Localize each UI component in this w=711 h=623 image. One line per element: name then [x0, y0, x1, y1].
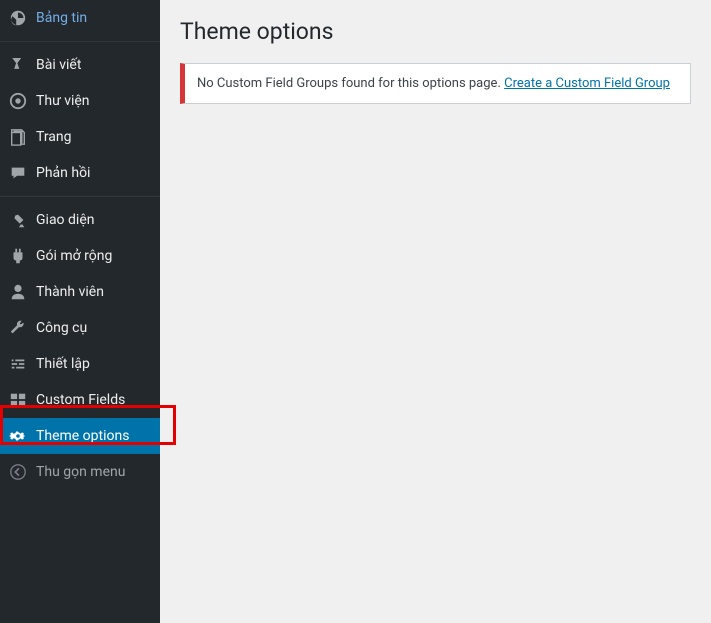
page-title: Theme options: [180, 18, 691, 45]
collapse-icon: [8, 462, 28, 482]
sidebar-item-theme-options[interactable]: Theme options: [0, 418, 160, 454]
sidebar-item-label: Bài viết: [36, 57, 81, 73]
sidebar-item-label: Trang: [36, 129, 72, 145]
notice-warning: No Custom Field Groups found for this op…: [180, 63, 691, 104]
sidebar-item-settings[interactable]: Thiết lập: [0, 346, 160, 382]
media-icon: [8, 91, 28, 111]
fields-icon: [8, 390, 28, 410]
sidebar-item-label: Thành viên: [36, 284, 104, 300]
appearance-icon: [8, 210, 28, 230]
pin-icon: [8, 55, 28, 75]
sidebar-item-appearance[interactable]: Giao diện: [0, 202, 160, 238]
sidebar-item-label: Thu gọn menu: [36, 464, 125, 480]
sidebar-item-comments[interactable]: Phản hồi: [0, 155, 160, 191]
main-content: Theme options No Custom Field Groups fou…: [160, 0, 711, 623]
sidebar-item-plugins[interactable]: Gói mở rộng: [0, 238, 160, 274]
sidebar-item-custom-fields[interactable]: Custom Fields: [0, 382, 160, 418]
comments-icon: [8, 163, 28, 183]
sidebar-item-posts[interactable]: Bài viết: [0, 47, 160, 83]
dashboard-icon: [8, 8, 28, 28]
sidebar-item-label: Công cụ: [36, 320, 87, 336]
sidebar-item-label: Giao diện: [36, 212, 94, 228]
sidebar-item-label: Bảng tin: [36, 10, 87, 26]
sidebar-item-tools[interactable]: Công cụ: [0, 310, 160, 346]
menu-separator: [0, 196, 160, 197]
sidebar-item-collapse[interactable]: Thu gọn menu: [0, 454, 160, 490]
sidebar-item-media[interactable]: Thư viện: [0, 83, 160, 119]
sidebar-item-label: Gói mở rộng: [36, 248, 112, 264]
sidebar-item-label: Thư viện: [36, 93, 90, 109]
notice-text: No Custom Field Groups found for this op…: [197, 76, 504, 91]
sidebar-item-pages[interactable]: Trang: [0, 119, 160, 155]
tools-icon: [8, 318, 28, 338]
sidebar-item-label: Custom Fields: [36, 392, 125, 408]
sidebar-item-users[interactable]: Thành viên: [0, 274, 160, 310]
sidebar-item-label: Thiết lập: [36, 356, 90, 372]
pages-icon: [8, 127, 28, 147]
sidebar-item-label: Theme options: [36, 428, 129, 444]
sidebar-item-label: Phản hồi: [36, 165, 90, 181]
settings-icon: [8, 354, 28, 374]
sidebar-item-dashboard[interactable]: Bảng tin: [0, 0, 160, 36]
create-field-group-link[interactable]: Create a Custom Field Group: [504, 76, 670, 91]
plugins-icon: [8, 246, 28, 266]
admin-sidebar: Bảng tin Bài viết Thư viện Trang Phản hồ…: [0, 0, 160, 623]
users-icon: [8, 282, 28, 302]
menu-separator: [0, 41, 160, 42]
gear-icon: [8, 426, 28, 446]
